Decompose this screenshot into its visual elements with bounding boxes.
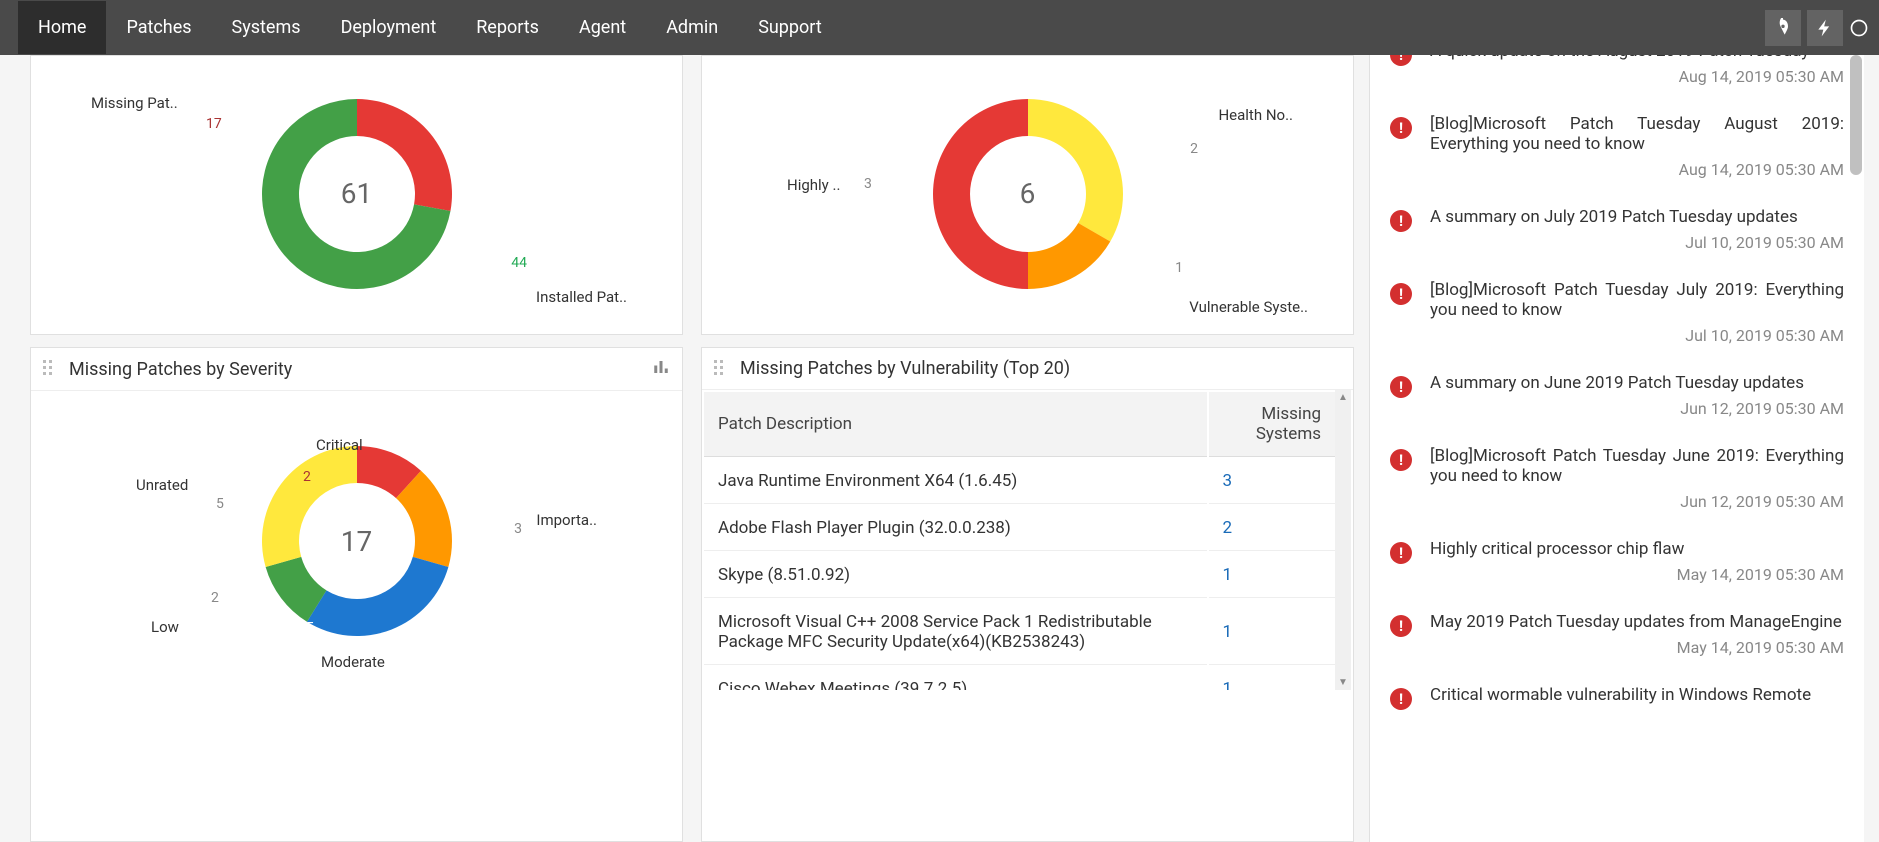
- patch-desc: Cisco Webex Meetings (39.7.2.5): [704, 667, 1207, 690]
- feed-date: Aug 14, 2019 05:30 AM: [1430, 160, 1844, 179]
- col-missing: Missing Systems: [1209, 392, 1351, 457]
- feed-title: May 2019 Patch Tuesday updates from Mana…: [1430, 612, 1844, 632]
- table-row[interactable]: Microsoft Visual C++ 2008 Service Pack 1…: [704, 600, 1351, 665]
- feed-date: Jul 10, 2019 05:30 AM: [1430, 233, 1844, 252]
- feed-title: A summary on July 2019 Patch Tuesday upd…: [1430, 207, 1844, 227]
- patch-desc: Microsoft Visual C++ 2008 Service Pack 1…: [704, 600, 1207, 665]
- alert-icon: !: [1390, 615, 1412, 637]
- missing-count-link[interactable]: 1: [1209, 600, 1351, 665]
- table-row[interactable]: Skype (8.51.0.92) 1: [704, 553, 1351, 598]
- nav-agent[interactable]: Agent: [559, 1, 646, 54]
- nav-reports[interactable]: Reports: [456, 1, 559, 54]
- donut-total: 61: [341, 177, 372, 210]
- alert-icon: !: [1390, 283, 1412, 305]
- news-feed: ! A quick update on the August 2019 Patc…: [1369, 55, 1864, 842]
- chart-toggle-icon[interactable]: [652, 358, 670, 380]
- nav-admin[interactable]: Admin: [646, 1, 738, 54]
- alert-icon: !: [1390, 449, 1412, 471]
- alert-icon: !: [1390, 688, 1412, 710]
- feed-title: A summary on June 2019 Patch Tuesday upd…: [1430, 373, 1844, 393]
- feed-scrollbar[interactable]: [1848, 55, 1862, 842]
- nav-deployment[interactable]: Deployment: [321, 1, 457, 54]
- alert-icon: !: [1390, 55, 1412, 66]
- nav-support[interactable]: Support: [738, 1, 842, 54]
- health-donut-card: 6Health No..2Vulnerable Syste..1Highly .…: [701, 55, 1354, 335]
- feed-item[interactable]: ! A quick update on the August 2019 Patc…: [1370, 55, 1864, 100]
- top-nav: HomePatchesSystemsDeploymentReportsAgent…: [0, 0, 1879, 55]
- patch-desc: Java Runtime Environment X64 (1.6.45): [704, 459, 1207, 504]
- feed-title: [Blog]Microsoft Patch Tuesday August 201…: [1430, 114, 1844, 154]
- feed-title: [Blog]Microsoft Patch Tuesday June 2019:…: [1430, 446, 1844, 486]
- table-row[interactable]: Adobe Flash Player Plugin (32.0.0.238) 2: [704, 506, 1351, 551]
- table-scrollbar[interactable]: [1335, 390, 1351, 690]
- feed-title: Highly critical processor chip flaw: [1430, 539, 1844, 559]
- feed-item[interactable]: ! A summary on July 2019 Patch Tuesday u…: [1370, 193, 1864, 266]
- severity-card: Missing Patches by Severity 17Critical2I…: [30, 347, 683, 842]
- drag-handle-icon[interactable]: [43, 360, 61, 378]
- rocket-icon[interactable]: [1765, 10, 1801, 46]
- feed-date: Jun 12, 2019 05:30 AM: [1430, 399, 1844, 418]
- col-description: Patch Description: [704, 392, 1207, 457]
- alert-icon: !: [1390, 117, 1412, 139]
- feed-item[interactable]: ! Highly critical processor chip flaw Ma…: [1370, 525, 1864, 598]
- vulnerability-table: Patch Description Missing Systems Java R…: [702, 390, 1353, 690]
- vulnerability-card: Missing Patches by Vulnerability (Top 20…: [701, 347, 1354, 842]
- severity-donut[interactable]: 17Critical2Importa..3Moderate5Low2Unrate…: [31, 391, 682, 691]
- severity-title: Missing Patches by Severity: [69, 359, 292, 380]
- vulnerability-title: Missing Patches by Vulnerability (Top 20…: [740, 358, 1070, 379]
- feed-date: May 14, 2019 05:30 AM: [1430, 565, 1844, 584]
- table-row[interactable]: Cisco Webex Meetings (39.7.2.5) 1: [704, 667, 1351, 690]
- feed-date: May 14, 2019 05:30 AM: [1430, 638, 1844, 657]
- missing-count-link[interactable]: 3: [1209, 459, 1351, 504]
- feed-item[interactable]: ! [Blog]Microsoft Patch Tuesday August 2…: [1370, 100, 1864, 193]
- donut-total: 17: [341, 525, 372, 558]
- alert-icon: !: [1390, 376, 1412, 398]
- feed-title: [Blog]Microsoft Patch Tuesday July 2019:…: [1430, 280, 1844, 320]
- nav-right-icons: [1765, 10, 1869, 46]
- feed-date: Aug 14, 2019 05:30 AM: [1430, 67, 1844, 86]
- patches-donut-card: 61Missing Pat..17Installed Pat..44: [30, 55, 683, 335]
- feed-item[interactable]: ! Critical wormable vulnerability in Win…: [1370, 671, 1864, 724]
- donut-total: 6: [1020, 177, 1036, 210]
- alert-icon: !: [1390, 542, 1412, 564]
- feed-date: Jul 10, 2019 05:30 AM: [1430, 326, 1844, 345]
- feed-item[interactable]: ! [Blog]Microsoft Patch Tuesday July 201…: [1370, 266, 1864, 359]
- feed-item[interactable]: ! A summary on June 2019 Patch Tuesday u…: [1370, 359, 1864, 432]
- missing-count-link[interactable]: 2: [1209, 506, 1351, 551]
- nav-patches[interactable]: Patches: [106, 1, 211, 54]
- feed-item[interactable]: ! May 2019 Patch Tuesday updates from Ma…: [1370, 598, 1864, 671]
- health-donut[interactable]: 6Health No..2Vulnerable Syste..1Highly .…: [702, 56, 1353, 331]
- circle-icon[interactable]: [1849, 10, 1869, 46]
- table-row[interactable]: Java Runtime Environment X64 (1.6.45) 3: [704, 459, 1351, 504]
- patch-desc: Skype (8.51.0.92): [704, 553, 1207, 598]
- missing-count-link[interactable]: 1: [1209, 667, 1351, 690]
- patches-donut[interactable]: 61Missing Pat..17Installed Pat..44: [31, 56, 682, 331]
- bolt-icon[interactable]: [1807, 10, 1843, 46]
- patch-desc: Adobe Flash Player Plugin (32.0.0.238): [704, 506, 1207, 551]
- nav-home[interactable]: Home: [18, 1, 106, 54]
- feed-date: Jun 12, 2019 05:30 AM: [1430, 492, 1844, 511]
- alert-icon: !: [1390, 210, 1412, 232]
- drag-handle-icon[interactable]: [714, 360, 732, 378]
- nav-systems[interactable]: Systems: [212, 1, 321, 54]
- feed-title: A quick update on the August 2019 Patch …: [1430, 55, 1844, 61]
- feed-item[interactable]: ! [Blog]Microsoft Patch Tuesday June 201…: [1370, 432, 1864, 525]
- feed-title: Critical wormable vulnerability in Windo…: [1430, 685, 1844, 705]
- missing-count-link[interactable]: 1: [1209, 553, 1351, 598]
